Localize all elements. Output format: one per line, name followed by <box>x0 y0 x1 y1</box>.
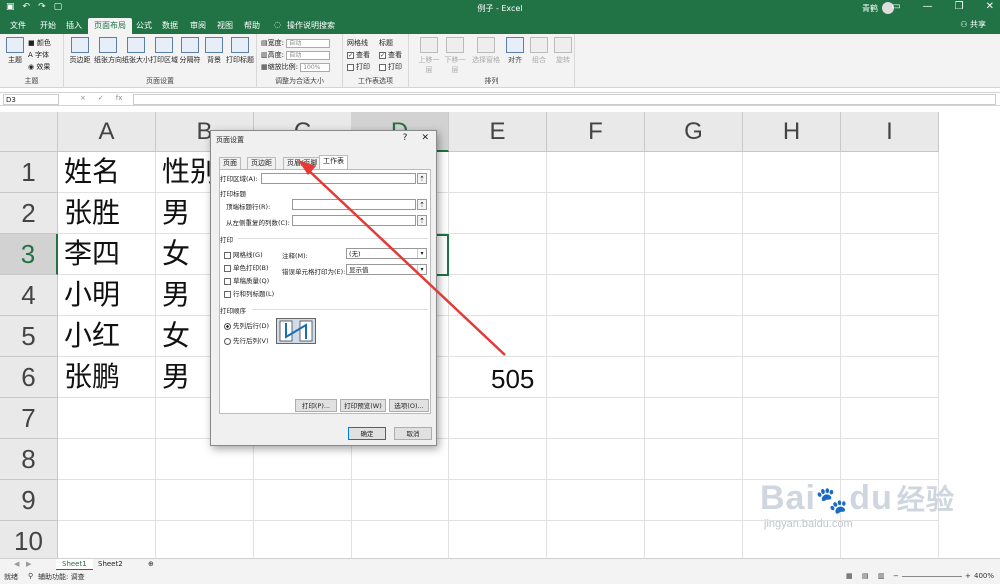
baidu-watermark: Bai🐾du 经验 jingyan.baidu.com <box>760 479 955 530</box>
paw-icon: 🐾 <box>815 485 850 515</box>
